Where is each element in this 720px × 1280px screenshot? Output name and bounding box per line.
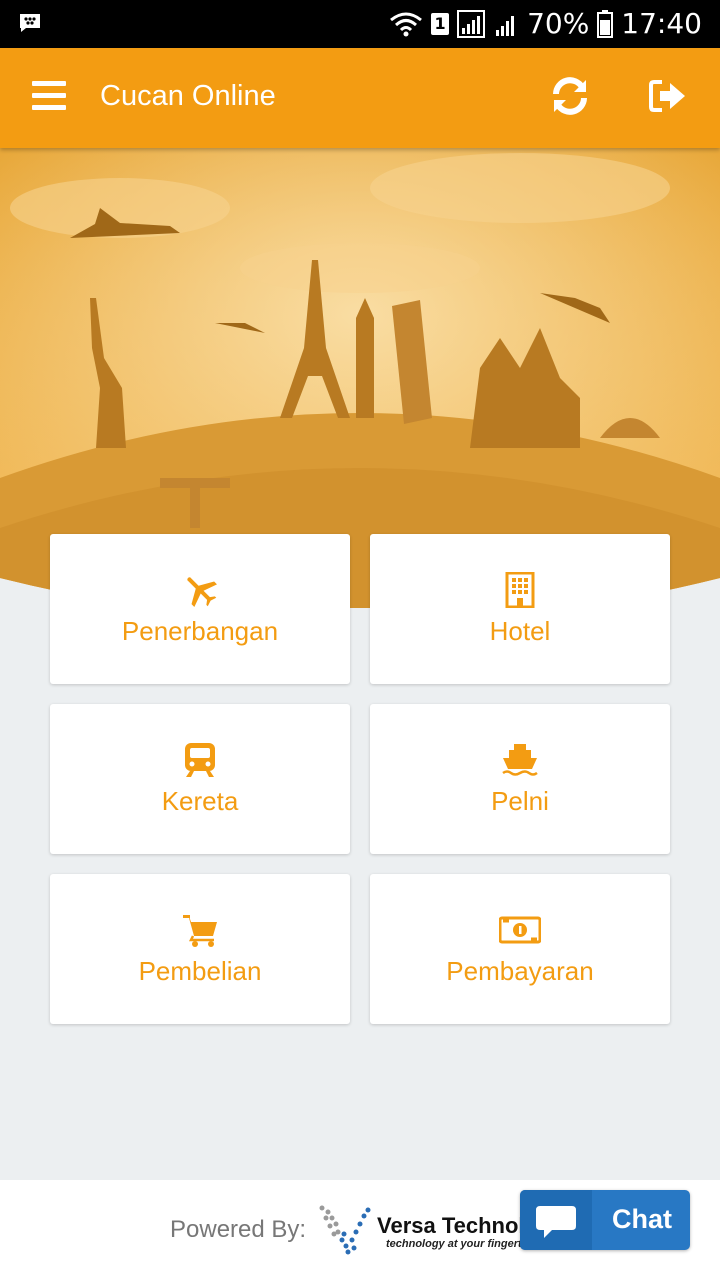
- ship-icon: [502, 744, 538, 776]
- company-tagline: technology at your fingertips: [386, 1238, 522, 1250]
- wifi-icon: [390, 12, 422, 37]
- train-icon: [185, 743, 215, 777]
- chat-label: Chat: [612, 1204, 672, 1234]
- menu-card-pelni[interactable]: Pelni: [370, 704, 670, 854]
- signal-icon: [457, 10, 486, 38]
- app-title: Cucan Online: [100, 80, 276, 112]
- versa-logo-icon: [319, 1205, 371, 1255]
- clock: 17:40: [621, 7, 702, 40]
- airplane-icon: [187, 577, 217, 607]
- menu-label: Pelni: [491, 786, 549, 816]
- money-icon: [499, 916, 541, 944]
- menu-card-hotel[interactable]: Hotel: [370, 534, 670, 684]
- powered-by-label: Powered By:: [170, 1216, 307, 1243]
- battery-percent: 70%: [527, 7, 590, 40]
- signal-secondary-icon: [496, 16, 515, 36]
- battery-icon: [597, 10, 614, 38]
- menu-label: Pembelian: [138, 956, 262, 986]
- logout-icon[interactable]: [648, 78, 688, 114]
- refresh-icon[interactable]: [550, 76, 590, 116]
- menu-label: Penerbangan: [121, 616, 279, 646]
- company-name: Versa Technology: [377, 1213, 522, 1238]
- menu-label: Kereta: [161, 786, 239, 816]
- menu-card-pembayaran[interactable]: Pembayaran: [370, 874, 670, 1024]
- menu-card-kereta[interactable]: Kereta: [50, 704, 350, 854]
- menu-card-pembelian[interactable]: Pembelian: [50, 874, 350, 1024]
- building-icon: [505, 572, 535, 608]
- status-bar: 1 70% 17:40: [0, 0, 720, 48]
- sim-slot-badge: 1: [431, 13, 450, 35]
- hamburger-menu-icon[interactable]: [32, 81, 66, 111]
- cart-icon: [183, 915, 217, 947]
- app-bar: Cucan Online: [0, 48, 720, 148]
- chat-button[interactable]: Chat: [520, 1190, 690, 1250]
- menu-label: Pembayaran: [446, 956, 594, 986]
- menu-card-penerbangan[interactable]: Penerbangan: [50, 534, 350, 684]
- menu-label: Hotel: [489, 616, 551, 646]
- bbm-notification-icon: [18, 12, 42, 39]
- chat-bubble-icon: [520, 1190, 592, 1250]
